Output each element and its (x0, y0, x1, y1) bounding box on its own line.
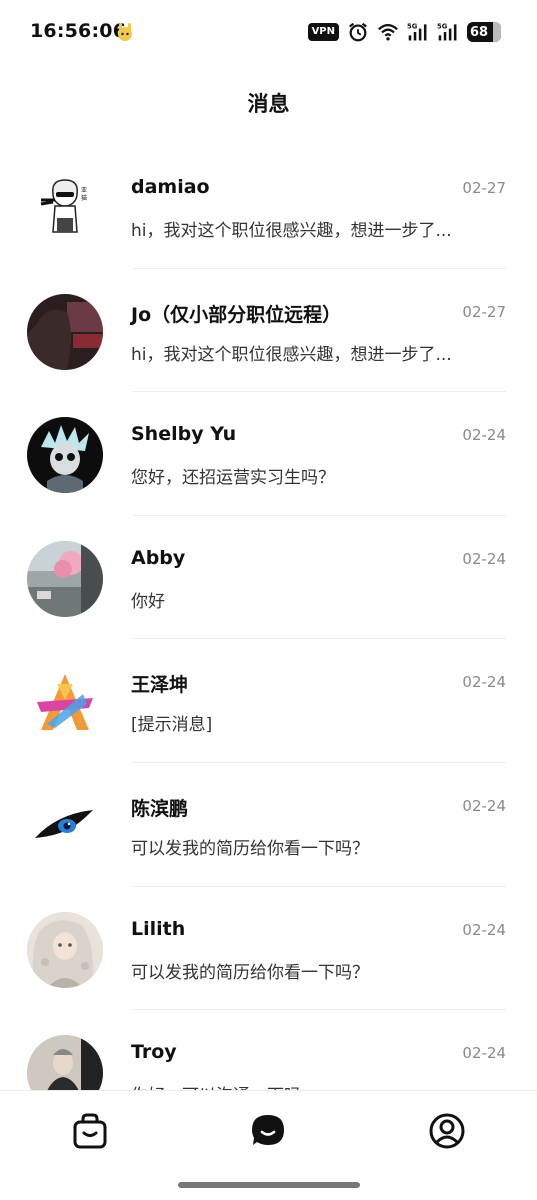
nav-messages-button[interactable] (244, 1107, 292, 1155)
conversation-name: damiao (131, 176, 210, 198)
conversation-date: 02-24 (462, 673, 506, 692)
conversation-name: Shelby Yu (131, 423, 237, 446)
svg-text:猫: 猫 (81, 194, 87, 202)
nav-profile-button[interactable] (423, 1107, 471, 1155)
conversation-name: Troy (131, 1041, 177, 1064)
pet-icon (118, 23, 132, 41)
status-icons: VPN 5G 5G 68 (307, 20, 501, 44)
conversation-date: 02-27 (462, 179, 506, 197)
conversation-name: Abby (131, 546, 186, 569)
bag-icon (73, 1113, 107, 1149)
avatar (27, 1035, 103, 1090)
conversation-preview: 可以发我的简历给你看一下吗？ (131, 962, 369, 983)
conversation-date: 02-24 (462, 920, 506, 939)
profile-icon (429, 1113, 465, 1149)
conversation-item[interactable]: Abby 02-24 你好 (0, 516, 537, 640)
avatar (27, 664, 103, 741)
battery-icon: 68 (467, 22, 501, 42)
conversation-name: Jo（仅小部分职位远程） (131, 303, 342, 326)
alarm-icon (349, 22, 367, 42)
signal-5g-icon-2: 5G (437, 23, 457, 41)
conversation-name: 陈滨鹏 (131, 797, 189, 820)
vpn-badge: VPN (307, 23, 339, 41)
conversation-item[interactable]: 亚 猫 damiao 02-27 hi，我对这个职位很感兴趣，想进一步了... (0, 145, 537, 269)
conversation-date: 02-24 (462, 1044, 506, 1063)
home-indicator[interactable] (178, 1182, 360, 1188)
wifi-icon (378, 24, 398, 41)
conversation-preview: 您好，还招运营实习生吗？ (131, 468, 335, 489)
conversation-preview: 可以发我的简历给你看一下吗？ (131, 838, 369, 859)
conversation-date: 02-24 (462, 796, 506, 815)
conversation-date: 02-24 (462, 549, 506, 568)
conversation-list[interactable]: 亚 猫 damiao 02-27 hi，我对这个职位很感兴趣，想进一步了... … (0, 145, 537, 1090)
conversation-preview: 你好 (131, 591, 165, 612)
conversation-item[interactable]: Lilith 02-24 可以发我的简历给你看一下吗？ (0, 887, 537, 1011)
conversation-preview: hi，我对这个职位很感兴趣，想进一步了... (131, 344, 452, 365)
conversation-name: Lilith (131, 917, 186, 940)
conversation-preview: 你好，可以沟通一下吗 (131, 1081, 501, 1090)
avatar (27, 787, 103, 864)
conversation-item[interactable]: Shelby Yu 02-24 您好，还招运营实习生吗？ (0, 392, 537, 516)
conversation-item[interactable]: 王泽坤 02-24 [提示消息] (0, 639, 537, 763)
conversation-preview: [提示消息] (131, 715, 213, 736)
conversation-item[interactable]: Jo（仅小部分职位远程） 02-27 hi，我对这个职位很感兴趣，想进一步了..… (0, 269, 537, 393)
avatar (27, 293, 103, 370)
status-time: 16:56:06 (30, 20, 127, 42)
conversation-preview: hi，我对这个职位很感兴趣，想进一步了... (131, 221, 452, 241)
avatar (27, 417, 103, 494)
status-bar: 16:56:06 VPN 5G 5G 68 (0, 0, 537, 64)
conversation-name: 王泽坤 (131, 674, 189, 697)
conversation-date: 02-27 (462, 302, 506, 321)
chat-bubble-icon (252, 1115, 284, 1145)
conversation-item[interactable]: Troy 02-24 你好，可以沟通一下吗 (0, 1010, 537, 1090)
avatar (27, 911, 103, 988)
nav-jobs-button[interactable] (66, 1107, 114, 1155)
signal-2-label: 5G (437, 23, 448, 31)
signal-1-label: 5G (407, 23, 418, 31)
battery-level: 68 (470, 24, 489, 40)
conversation-item[interactable]: 陈滨鹏 02-24 可以发我的简历给你看一下吗？ (0, 763, 537, 887)
avatar (27, 540, 103, 617)
signal-5g-icon: 5G (407, 23, 427, 41)
avatar: 亚 猫 (27, 170, 103, 246)
svg-text:亚: 亚 (81, 187, 87, 194)
conversation-date: 02-24 (462, 426, 506, 445)
page-title: 消息 (247, 92, 290, 116)
